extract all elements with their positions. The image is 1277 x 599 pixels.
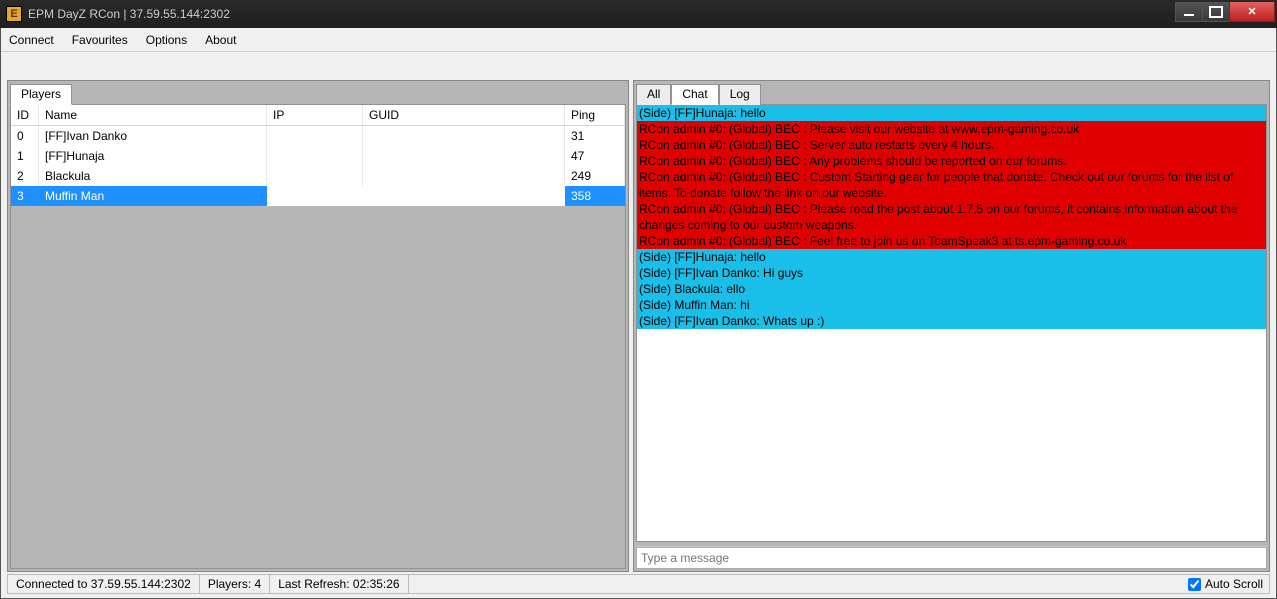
- menu-connect[interactable]: Connect: [9, 33, 54, 47]
- window-close-button[interactable]: [1229, 2, 1275, 22]
- auto-scroll-checkbox[interactable]: [1188, 578, 1201, 591]
- menu-about[interactable]: About: [205, 33, 236, 47]
- cell-ip: [267, 146, 363, 166]
- status-players: Players: 4: [200, 575, 270, 593]
- chat-log[interactable]: (Side) [FF]Hunaja: helloRCon admin #0: (…: [637, 105, 1266, 541]
- table-row[interactable]: 3Muffin Man 358: [11, 186, 625, 206]
- cell-name: Muffin Man: [39, 186, 267, 206]
- cell-ip: [267, 186, 363, 206]
- cell-id: 3: [11, 186, 39, 206]
- col-header-ip[interactable]: IP: [267, 105, 363, 125]
- chat-line: RCon admin #0: (Global) BEC : Any proble…: [637, 153, 1266, 169]
- window-minimize-button[interactable]: [1175, 2, 1203, 22]
- chat-line: (Side) [FF]Ivan Danko: Hi guys: [637, 265, 1266, 281]
- menu-favourites[interactable]: Favourites: [72, 33, 128, 47]
- cell-guid: [363, 186, 565, 206]
- cell-ip: [267, 126, 363, 146]
- status-connected: Connected to 37.59.55.144:2302: [8, 575, 200, 593]
- window-titlebar: E EPM DayZ RCon | 37.59.55.144:2302: [0, 0, 1277, 28]
- status-refresh: Last Refresh: 02:35:26: [270, 575, 408, 593]
- chat-input[interactable]: [636, 547, 1267, 569]
- chat-line: (Side) Muffin Man: hi: [637, 297, 1266, 313]
- tab-log[interactable]: Log: [719, 84, 761, 105]
- col-header-id[interactable]: ID: [11, 105, 39, 125]
- cell-guid: [363, 146, 565, 166]
- window-title: EPM DayZ RCon | 37.59.55.144:2302: [28, 7, 230, 21]
- cell-id: 0: [11, 126, 39, 146]
- app-icon: E: [6, 6, 22, 22]
- menu-options[interactable]: Options: [146, 33, 187, 47]
- cell-name: [FF]Ivan Danko: [39, 126, 267, 146]
- chat-line: (Side) [FF]Ivan Danko: Whats up :): [637, 313, 1266, 329]
- status-bar: Connected to 37.59.55.144:2302 Players: …: [7, 574, 1270, 594]
- cell-id: 2: [11, 166, 39, 186]
- chat-line: RCon admin #0: (Global) BEC : Server aut…: [637, 137, 1266, 153]
- col-header-ping[interactable]: Ping: [565, 105, 625, 125]
- cell-guid: [363, 166, 565, 186]
- chat-line: (Side) [FF]Hunaja: hello: [637, 105, 1266, 121]
- col-header-guid[interactable]: GUID: [363, 105, 565, 125]
- players-grid-header: ID Name IP GUID Ping: [11, 105, 625, 126]
- tab-chat[interactable]: Chat: [671, 84, 718, 105]
- table-row[interactable]: 1[FF]Hunaja 47: [11, 146, 625, 166]
- window-maximize-button[interactable]: [1202, 2, 1230, 22]
- cell-ping: 31: [565, 126, 625, 146]
- table-row[interactable]: 0[FF]Ivan Danko 31: [11, 126, 625, 146]
- menu-bar: Connect Favourites Options About: [1, 28, 1276, 52]
- chat-line: (Side) [FF]Hunaja: hello: [637, 249, 1266, 265]
- chat-line: RCon admin #0: (Global) BEC : Feel free …: [637, 233, 1266, 249]
- client-frame: Connect Favourites Options About Players…: [0, 28, 1277, 599]
- cell-id: 1: [11, 146, 39, 166]
- cell-guid: [363, 126, 565, 146]
- col-header-name[interactable]: Name: [39, 105, 267, 125]
- tab-all[interactable]: All: [636, 84, 671, 105]
- cell-name: [FF]Hunaja: [39, 146, 267, 166]
- cell-name: Blackula: [39, 166, 267, 186]
- players-panel: Players ID Name IP GUID Ping 0[FF]Ivan D…: [7, 80, 629, 572]
- chat-line: (Side) Blackula: ello: [637, 281, 1266, 297]
- players-grid-body: 0[FF]Ivan Danko311[FF]Hunaja472Blackula2…: [11, 126, 625, 206]
- cell-ping: 249: [565, 166, 625, 186]
- auto-scroll-label: Auto Scroll: [1205, 577, 1263, 591]
- auto-scroll-toggle[interactable]: Auto Scroll: [1182, 577, 1269, 591]
- chat-line: RCon admin #0: (Global) BEC : Please rea…: [637, 201, 1266, 233]
- chat-line: RCon admin #0: (Global) BEC : Please vis…: [637, 121, 1266, 137]
- chat-line: RCon admin #0: (Global) BEC : Custom Sta…: [637, 169, 1266, 201]
- chat-panel: All Chat Log (Side) [FF]Hunaja: helloRCo…: [633, 80, 1270, 572]
- cell-ping: 358: [565, 186, 625, 206]
- cell-ping: 47: [565, 146, 625, 166]
- table-row[interactable]: 2Blackula 249: [11, 166, 625, 186]
- tab-players[interactable]: Players: [10, 84, 72, 105]
- cell-ip: [267, 166, 363, 186]
